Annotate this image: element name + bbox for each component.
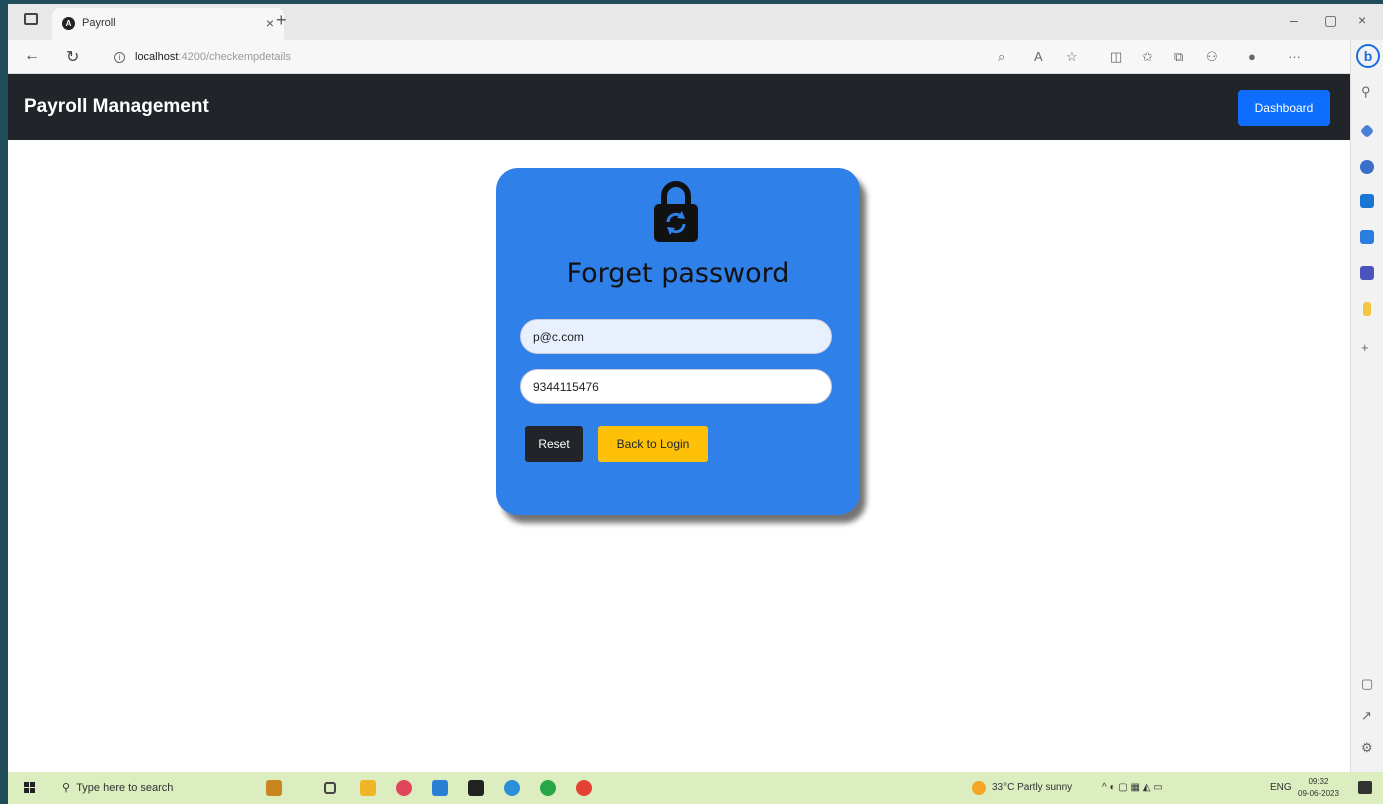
edge-sidebar: b ⚲ + ▢ ↗ ⚙ xyxy=(1350,40,1383,772)
taskbar-clock[interactable]: 09:32 09-06-2023 xyxy=(1298,776,1339,800)
tab-payroll[interactable]: A Payroll × xyxy=(52,8,284,40)
drop-icon[interactable] xyxy=(1363,302,1371,316)
phone-field[interactable] xyxy=(520,369,832,404)
games-icon[interactable] xyxy=(1360,230,1374,244)
open-external-icon[interactable]: ↗ xyxy=(1361,708,1372,724)
chrome-icon[interactable] xyxy=(576,780,592,796)
lock-refresh-icon xyxy=(654,181,698,242)
language-indicator[interactable]: ENG xyxy=(1270,772,1292,804)
file-explorer-icon[interactable] xyxy=(360,780,376,796)
dashboard-button[interactable]: Dashboard xyxy=(1238,90,1330,126)
weather-icon[interactable] xyxy=(972,781,986,795)
back-to-login-button[interactable]: Back to Login xyxy=(598,426,708,462)
vscode-icon[interactable] xyxy=(432,780,448,796)
weather-text[interactable]: 33°C Partly sunny xyxy=(992,772,1072,804)
favorites-icon[interactable]: ✩ xyxy=(1142,49,1153,65)
extensions-icon[interactable]: ⚇ xyxy=(1206,49,1218,65)
clock-time: 09:32 xyxy=(1308,777,1329,786)
teams-icon[interactable] xyxy=(1360,266,1374,280)
add-icon[interactable]: + xyxy=(1361,340,1369,355)
taskbar-search-placeholder: Type here to search xyxy=(76,782,174,794)
outlook-icon[interactable] xyxy=(1360,194,1374,208)
tab-close-icon[interactable]: × xyxy=(266,15,274,31)
media-app-icon[interactable] xyxy=(396,780,412,796)
split-screen-icon[interactable]: ◫ xyxy=(1110,49,1122,65)
collections-icon[interactable]: ⧉ xyxy=(1174,49,1183,65)
tab-strip: A Payroll × + – ▢ × xyxy=(8,4,1383,40)
forget-password-card: Forget password Reset Back to Login xyxy=(496,168,860,515)
close-window-button[interactable]: × xyxy=(1358,12,1366,28)
app-navbar: Payroll Management Dashboard xyxy=(8,74,1350,140)
tray-icons[interactable]: ^ ◐ ▢ ▦ ◭ ▭ xyxy=(1102,772,1163,804)
shopping-tag-icon[interactable] xyxy=(1359,123,1375,139)
angular-favicon-icon: A xyxy=(62,17,75,30)
address-bar: ← ↻ i localhost:4200/checkempdetails ⌕ A … xyxy=(8,40,1383,74)
windows-taskbar: ⚲ Type here to search 33°C Partly sunny … xyxy=(8,772,1383,804)
taskbar-search[interactable]: ⚲ Type here to search xyxy=(52,772,242,804)
green-app-icon[interactable] xyxy=(540,780,556,796)
new-tab-button[interactable]: + xyxy=(276,10,287,31)
favorite-star-icon[interactable]: ☆ xyxy=(1066,49,1078,65)
windows-start-icon[interactable] xyxy=(24,782,36,794)
find-icon[interactable]: ⌕ xyxy=(998,49,1005,65)
terminal-icon[interactable] xyxy=(468,780,484,796)
read-aloud-icon[interactable]: A xyxy=(1034,49,1043,64)
settings-gear-icon[interactable]: ⚙ xyxy=(1361,740,1373,756)
site-info-icon[interactable]: i xyxy=(114,52,125,63)
clock-date: 09-06-2023 xyxy=(1298,789,1339,798)
email-field[interactable] xyxy=(520,319,832,354)
back-icon[interactable]: ← xyxy=(24,47,40,65)
task-view-icon[interactable] xyxy=(324,782,336,794)
sidebar-panel-icon[interactable]: ▢ xyxy=(1361,676,1373,692)
url-path: :4200/checkempdetails xyxy=(178,51,291,63)
tab-title: Payroll xyxy=(82,17,116,29)
search-icon[interactable]: ⚲ xyxy=(1361,84,1371,100)
browser-window: A Payroll × + – ▢ × ← ↻ i localhost:4200/… xyxy=(8,4,1383,804)
bing-chat-icon[interactable]: b xyxy=(1356,44,1380,68)
page-title: Forget password xyxy=(566,258,790,289)
profile-avatar-icon[interactable]: ● xyxy=(1248,49,1256,64)
url-field[interactable]: i localhost:4200/checkempdetails xyxy=(104,45,964,69)
reset-button[interactable]: Reset xyxy=(525,426,583,462)
notification-icon[interactable] xyxy=(1358,781,1372,794)
briefcase-app-icon[interactable] xyxy=(266,780,282,796)
brand-title[interactable]: Payroll Management xyxy=(24,96,209,118)
refresh-icon[interactable]: ↻ xyxy=(66,47,79,67)
url-host: localhost xyxy=(135,51,179,63)
more-menu-icon[interactable]: ··· xyxy=(1288,49,1301,64)
tab-actions-icon[interactable] xyxy=(24,13,38,25)
restore-button[interactable]: ▢ xyxy=(1324,12,1337,29)
edge-browser-icon[interactable] xyxy=(504,780,520,796)
minimize-button[interactable]: – xyxy=(1290,12,1298,28)
search-icon: ⚲ xyxy=(62,782,71,794)
tools-icon[interactable] xyxy=(1360,160,1374,174)
